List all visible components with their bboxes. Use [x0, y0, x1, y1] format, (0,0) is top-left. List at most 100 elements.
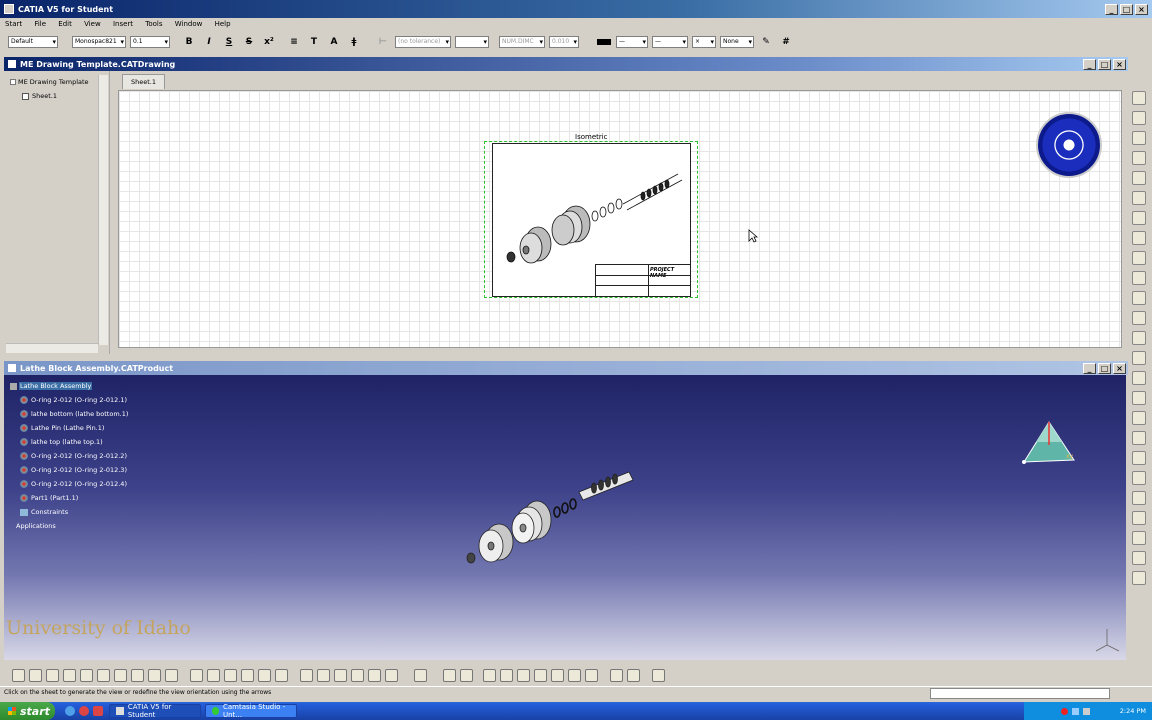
filter-generated-icon[interactable]	[551, 668, 564, 682]
product-3d-viewport[interactable]: Lathe Block Assembly O-ring 2-012 (O-rin…	[4, 375, 1126, 660]
tolerance-select[interactable]: (no tolerance)	[395, 36, 451, 48]
select-arrow-icon[interactable]	[1132, 91, 1146, 105]
spec-tree-item[interactable]: O-ring 2-012 (O-ring 2-012.3)	[6, 463, 206, 477]
drawing-close-button[interactable]: ×	[1113, 58, 1126, 70]
pan-icon[interactable]	[317, 668, 330, 682]
spec-tree-root[interactable]: Lathe Block Assembly	[6, 379, 206, 393]
view-properties-icon[interactable]	[585, 668, 598, 682]
export-icon[interactable]	[627, 668, 640, 682]
position-icon[interactable]	[568, 668, 581, 682]
font-select[interactable]: Monospac821	[72, 36, 126, 48]
product-close-button[interactable]: ×	[1113, 362, 1126, 374]
import-icon[interactable]	[610, 668, 623, 682]
detail-view-icon[interactable]	[1132, 171, 1146, 185]
dress-up-icon[interactable]	[1132, 371, 1146, 385]
zoom-area-icon[interactable]	[368, 668, 381, 682]
drawing-tree-sheet[interactable]: Sheet.1	[4, 89, 109, 103]
wizard-icon[interactable]	[1132, 231, 1146, 245]
spec-tree-item[interactable]: lathe bottom (lathe bottom.1)	[6, 407, 206, 421]
minimize-button[interactable]: _	[1105, 3, 1118, 15]
snap-icon[interactable]	[460, 668, 473, 682]
symbol-icon[interactable]: ǂ	[347, 35, 361, 49]
start-button[interactable]: start	[0, 702, 55, 720]
copy-icon[interactable]	[97, 668, 110, 682]
frame-icon[interactable]: T	[307, 35, 321, 49]
spline-icon[interactable]	[1132, 531, 1146, 545]
print-icon[interactable]	[63, 668, 76, 682]
trim-icon[interactable]	[1132, 551, 1146, 565]
underline-button[interactable]: S	[222, 35, 236, 49]
spec-tree-item[interactable]: Part1 (Part1.1)	[6, 491, 206, 505]
view-projection-icon[interactable]	[1132, 131, 1146, 145]
knowledge-icon[interactable]	[241, 668, 254, 682]
axis-line-icon[interactable]	[1132, 391, 1146, 405]
new-detail-icon[interactable]	[1132, 271, 1146, 285]
sheet-tab[interactable]: Sheet.1	[122, 74, 165, 89]
line-thickness-select[interactable]: —	[652, 36, 688, 48]
style-select[interactable]: Default	[8, 36, 58, 48]
paste-icon[interactable]	[114, 668, 127, 682]
product-minimize-button[interactable]: _	[1083, 362, 1096, 374]
line-icon[interactable]	[1132, 471, 1146, 485]
analysis-icon[interactable]	[483, 668, 496, 682]
whats-this-icon[interactable]	[165, 668, 178, 682]
fit-all-icon[interactable]	[300, 668, 313, 682]
tree-horizontal-scrollbar[interactable]	[6, 343, 98, 353]
precision-select[interactable]: 0.010	[549, 36, 579, 48]
table-icon[interactable]	[1132, 351, 1146, 365]
section-view-icon[interactable]	[1132, 151, 1146, 165]
superscript-icon[interactable]: x²	[262, 35, 276, 49]
menu-edit[interactable]: Edit	[53, 18, 77, 30]
menu-help[interactable]: Help	[210, 18, 236, 30]
fill-select[interactable]: None	[720, 36, 754, 48]
tolerance-value-select[interactable]	[455, 36, 489, 48]
menu-file[interactable]: File	[29, 18, 51, 30]
tolerance-icon[interactable]: ⊢	[376, 35, 390, 49]
anchor-icon[interactable]: A	[327, 35, 341, 49]
area-fill-icon[interactable]	[1132, 431, 1146, 445]
command-input[interactable]	[930, 688, 1110, 699]
tray-network-icon[interactable]	[1071, 707, 1079, 715]
design-table-icon[interactable]	[258, 668, 271, 682]
tray-volume-icon[interactable]	[1082, 707, 1090, 715]
drawing-tree-root[interactable]: ME Drawing Template	[4, 75, 109, 89]
painter-icon[interactable]: ✎	[759, 35, 773, 49]
italic-button[interactable]: I	[202, 35, 216, 49]
new-sheet-icon[interactable]	[1132, 251, 1146, 265]
align-left-icon[interactable]: ≡	[287, 35, 301, 49]
product-maximize-button[interactable]: □	[1098, 362, 1111, 374]
spec-tree-applications[interactable]: Applications	[6, 519, 206, 533]
point-symbol-select[interactable]: ×	[692, 36, 716, 48]
cut-icon[interactable]	[80, 668, 93, 682]
quick-launch-ie-icon[interactable]	[65, 706, 75, 716]
zoom-out-icon[interactable]	[351, 668, 364, 682]
tray-record-icon[interactable]	[1060, 707, 1068, 715]
redo-icon[interactable]	[148, 668, 161, 682]
constraint-display-icon[interactable]	[517, 668, 530, 682]
macro-icon[interactable]	[652, 668, 665, 682]
feature-display-icon[interactable]	[534, 668, 547, 682]
mirror-icon[interactable]	[1132, 571, 1146, 585]
circle-icon[interactable]	[1132, 491, 1146, 505]
view-compass-icon[interactable]	[1036, 112, 1102, 178]
spec-tree-item[interactable]: Lathe Pin (Lathe Pin.1)	[6, 421, 206, 435]
strikethrough-button[interactable]: S	[242, 35, 256, 49]
spec-tree-item[interactable]: O-ring 2-012 (O-ring 2-012.4)	[6, 477, 206, 491]
maximize-button[interactable]: □	[1120, 3, 1133, 15]
quick-launch-app-icon[interactable]	[93, 706, 103, 716]
comment-icon[interactable]	[207, 668, 220, 682]
color-swatch-icon[interactable]	[597, 35, 611, 49]
normal-view-icon[interactable]	[385, 668, 398, 682]
taskbar-item-catia[interactable]: CATIA V5 for Student	[109, 703, 201, 719]
drawing-maximize-button[interactable]: □	[1098, 58, 1111, 70]
menu-window[interactable]: Window	[170, 18, 208, 30]
text-icon[interactable]	[1132, 311, 1146, 325]
bold-button[interactable]: B	[182, 35, 196, 49]
symbol-icon[interactable]	[1132, 331, 1146, 345]
clipping-view-icon[interactable]	[1132, 191, 1146, 205]
point-icon[interactable]	[1132, 511, 1146, 525]
grid-icon[interactable]: #	[779, 35, 793, 49]
update-icon[interactable]	[414, 668, 427, 682]
new-file-icon[interactable]	[12, 668, 25, 682]
break-view-icon[interactable]	[1132, 211, 1146, 225]
